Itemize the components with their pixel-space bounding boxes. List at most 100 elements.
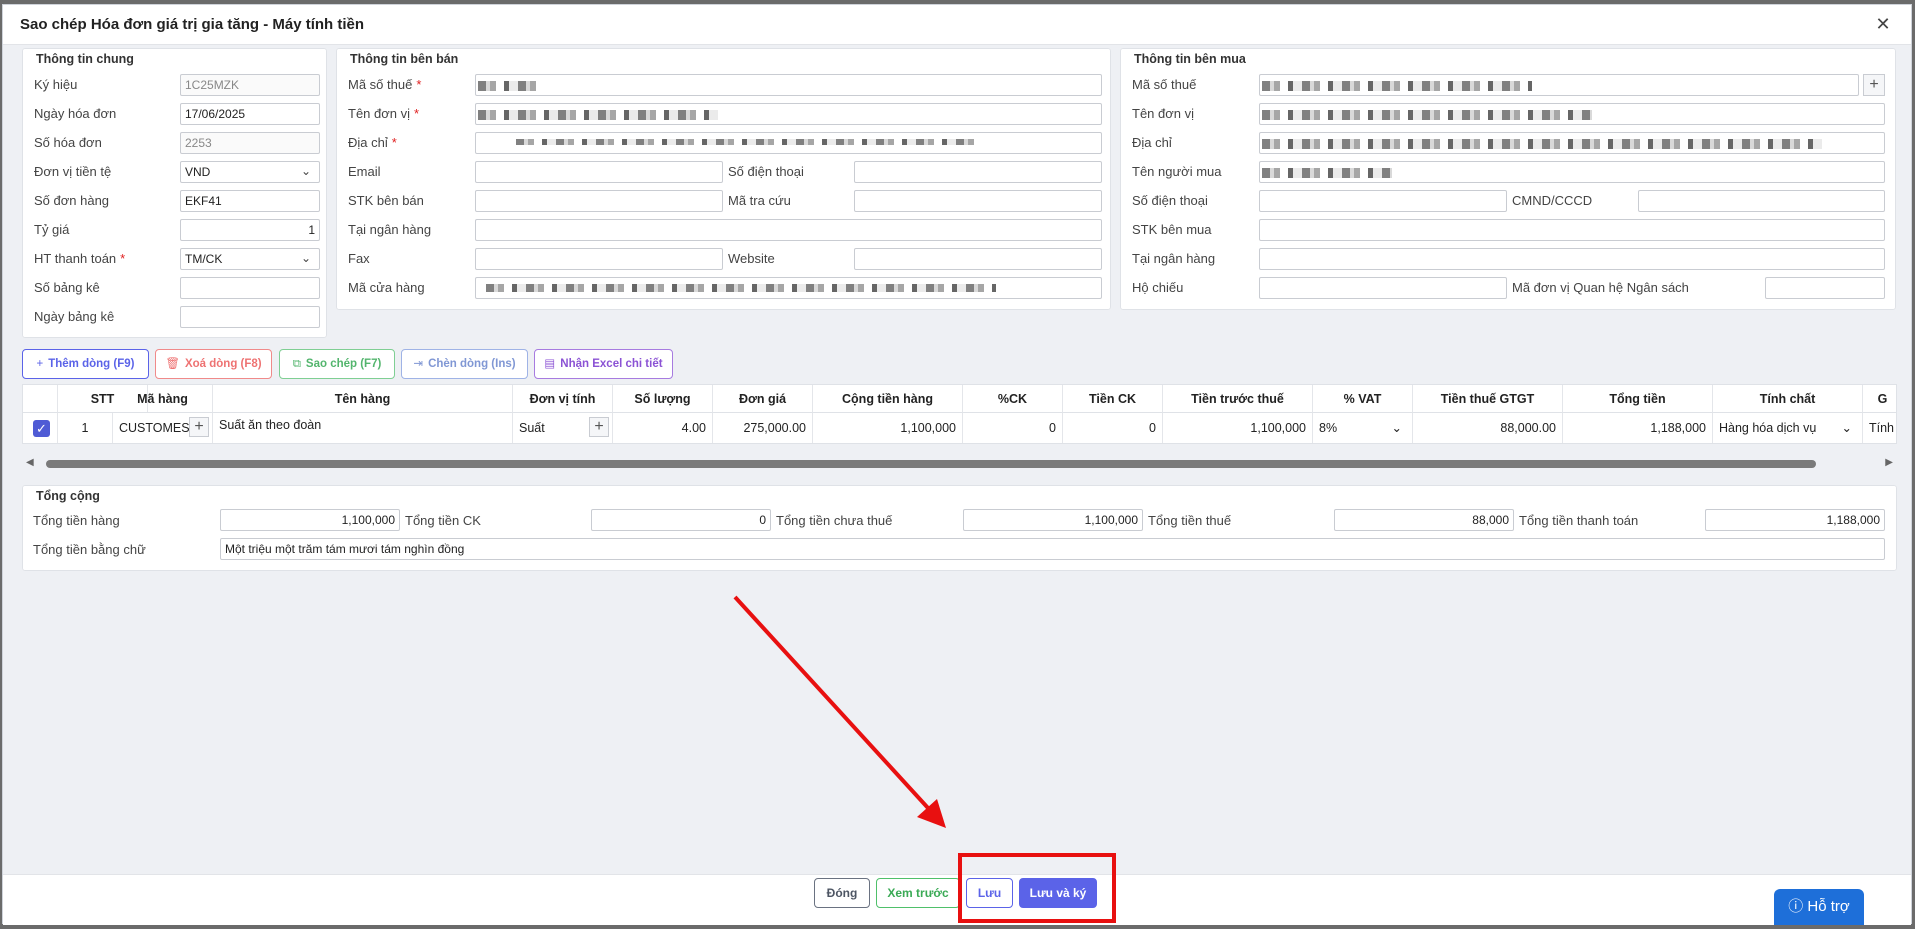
total-in-words-input[interactable]: Một triệu một trăm tám mươi tám nghìn đồ… <box>220 538 1885 560</box>
close-button[interactable]: Đóng <box>814 878 870 908</box>
seller-tax-code-input[interactable] <box>475 74 1102 96</box>
delete-row-button[interactable]: 🗑 Xoá dòng (F8) <box>155 349 272 379</box>
table-cell-pretax[interactable]: 1,100,000 <box>1163 413 1313 443</box>
totals-legend: Tổng cộng <box>36 489 100 503</box>
buyer-tax-code-input[interactable] <box>1259 74 1859 96</box>
scrollbar-thumb[interactable] <box>46 460 1816 468</box>
copy-row-button[interactable]: ⧉ Sao chép (F7) <box>279 349 395 379</box>
column-header: Số lượng <box>613 385 713 413</box>
chevron-down-icon: ⌄ <box>300 251 311 265</box>
redacted-value <box>1262 81 1532 91</box>
checkbox-checked-icon[interactable]: ✓ <box>33 420 50 437</box>
budget-code-input[interactable] <box>1765 277 1885 299</box>
horizontal-scrollbar[interactable]: ◀ ▶ <box>22 457 1897 471</box>
total-ck-label: Tổng tiền CK <box>405 513 481 528</box>
select-column-header <box>23 385 58 413</box>
seller-address-text: Địa chỉ <box>348 135 388 150</box>
list-date-input[interactable] <box>180 306 320 328</box>
trash-icon: 🗑 <box>165 358 180 370</box>
exchange-rate-input[interactable]: 1 <box>180 219 320 241</box>
required-mark: * <box>416 77 422 92</box>
insert-row-label: Chèn dòng (Ins) <box>428 358 516 370</box>
lookup-code-input[interactable] <box>854 190 1102 212</box>
buyer-bank-input[interactable] <box>1259 248 1885 270</box>
import-excel-button[interactable]: ▤ Nhận Excel chi tiết <box>534 349 673 379</box>
code-lookup-plus-icon[interactable]: + <box>189 417 209 437</box>
table-cell-qty[interactable]: 4.00 <box>613 413 713 443</box>
column-header: Mã hàng <box>113 385 213 413</box>
passport-input[interactable] <box>1259 277 1507 299</box>
total-ck-input[interactable]: 0 <box>591 509 771 531</box>
currency-value: VND <box>185 165 211 179</box>
table-cell-ck[interactable]: 0 <box>1063 413 1163 443</box>
currency-select[interactable]: VND ⌄ <box>180 161 320 183</box>
file-icon: ▤ <box>544 358 556 370</box>
table-cell-name[interactable]: Suất ăn theo đoàn <box>213 413 513 443</box>
seller-fax-label: Fax <box>348 251 370 266</box>
redacted-value <box>1262 110 1592 120</box>
seller-email-input[interactable] <box>475 161 723 183</box>
buyer-tax-code-label: Mã số thuế <box>1132 77 1197 92</box>
seller-email-label: Email <box>348 164 381 179</box>
seller-fax-input[interactable] <box>475 248 723 270</box>
buyer-phone-input[interactable] <box>1259 190 1507 212</box>
payment-method-select[interactable]: TM/CK ⌄ <box>180 248 320 270</box>
id-card-input[interactable] <box>1638 190 1885 212</box>
order-number-input[interactable]: EKF41 <box>180 190 320 212</box>
list-number-input[interactable] <box>180 277 320 299</box>
scroll-left-icon[interactable]: ◀ <box>26 457 34 468</box>
chevron-down-icon: ⌄ <box>1391 421 1402 435</box>
buyer-address-input[interactable] <box>1259 132 1885 154</box>
buyer-account-input[interactable] <box>1259 219 1885 241</box>
store-code-input[interactable] <box>475 277 1102 299</box>
unit-lookup-plus-icon[interactable]: + <box>589 417 609 437</box>
table-cell-nature-select[interactable]: Hàng hóa dịch vụ ⌄ <box>1713 413 1863 443</box>
totals-section: Tổng cộng Tổng tiền hàng 1,100,000 Tổng … <box>22 485 1897 571</box>
total-goods-input[interactable]: 1,100,000 <box>220 509 400 531</box>
buyer-info-section: Thông tin bên mua Mã số thuế + Tên đơn v… <box>1120 48 1896 310</box>
buyer-name-input[interactable] <box>1259 161 1885 183</box>
seller-address-input[interactable] <box>475 132 1102 154</box>
buyer-lookup-plus-icon[interactable]: + <box>1863 74 1885 96</box>
buyer-account-label: STK bên mua <box>1132 222 1212 237</box>
invoice-date-input[interactable]: 17/06/2025 <box>180 103 320 125</box>
buyer-info-legend: Thông tin bên mua <box>1134 52 1246 66</box>
help-label: Hỗ trợ <box>1807 898 1850 915</box>
exchange-rate-label: Tỷ giá <box>34 222 70 237</box>
table-cell-ck-pct[interactable]: 0 <box>963 413 1063 443</box>
total-pretax-input[interactable]: 1,100,000 <box>963 509 1143 531</box>
redacted-value <box>478 81 538 91</box>
close-icon[interactable]: ✕ <box>1873 14 1893 34</box>
help-button[interactable]: ⓘ Hỗ trợ <box>1774 889 1864 925</box>
invoice-lines-table: STT Mã hàng Tên hàng Đơn vị tính Số lượn… <box>22 384 1897 444</box>
seller-unit-name-input[interactable] <box>475 103 1102 125</box>
seller-phone-input[interactable] <box>854 161 1102 183</box>
table-cell-amount[interactable]: 1,100,000 <box>813 413 963 443</box>
item-code: CUSTOMES <box>119 421 190 435</box>
payment-method-label: HT thanh toán * <box>34 251 125 266</box>
seller-website-label: Website <box>728 251 775 266</box>
buyer-bank-label: Tại ngân hàng <box>1132 251 1216 266</box>
table-cell-vat-amount[interactable]: 88,000.00 <box>1413 413 1563 443</box>
total-payment-input[interactable]: 1,188,000 <box>1705 509 1885 531</box>
symbol-input[interactable]: 1C25MZK <box>180 74 320 96</box>
list-date-label: Ngày bảng kê <box>34 309 115 324</box>
invoice-number-input[interactable]: 2253 <box>180 132 320 154</box>
add-row-button[interactable]: + Thêm dòng (F9) <box>22 349 149 379</box>
preview-button[interactable]: Xem trước <box>876 878 960 908</box>
table-cell-vat-select[interactable]: 8% ⌄ <box>1313 413 1413 443</box>
scroll-right-icon[interactable]: ▶ <box>1885 457 1893 468</box>
total-tax-input[interactable]: 88,000 <box>1334 509 1514 531</box>
table-cell-price[interactable]: 275,000.00 <box>713 413 813 443</box>
seller-bank-input[interactable] <box>475 219 1102 241</box>
insert-row-button[interactable]: ⇥ Chèn dòng (Ins) <box>401 349 528 379</box>
redacted-value <box>478 110 718 120</box>
seller-account-input[interactable] <box>475 190 723 212</box>
seller-website-input[interactable] <box>854 248 1102 270</box>
buyer-unit-name-input[interactable] <box>1259 103 1885 125</box>
add-row-label: Thêm dòng (F9) <box>48 358 135 370</box>
table-cell-total[interactable]: 1,188,000 <box>1563 413 1713 443</box>
redacted-value <box>486 284 996 292</box>
annotation-highlight-box <box>958 853 1116 923</box>
redacted-value <box>1262 139 1822 149</box>
